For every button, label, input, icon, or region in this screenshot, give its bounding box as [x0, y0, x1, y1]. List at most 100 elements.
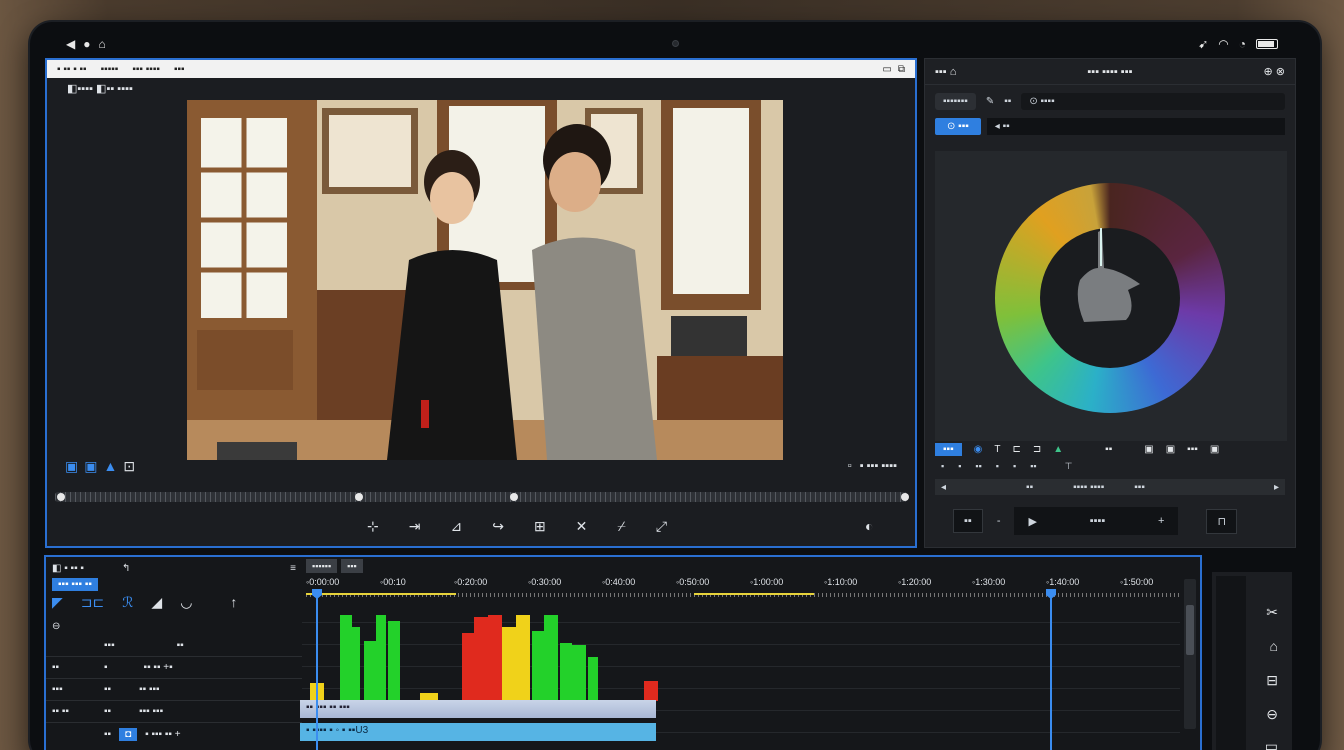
split-icon[interactable]: ⊓ [1206, 508, 1238, 534]
cut-icon[interactable]: ✂ [1266, 604, 1278, 621]
undo-icon[interactable]: ↪ [492, 518, 504, 535]
image-icon[interactable]: ▣ [1166, 444, 1175, 455]
track-headers: ◧ ▪ ▪▪ ▪ ↰ ≡ ▪▪▪ ▪▪▪ ▪▪ ◤ ⊐⊏ ℛ ◢ ◡ ↑ ⊖ ▪… [46, 557, 302, 750]
razor-icon[interactable]: ℛ [122, 594, 133, 611]
scrubber-handle[interactable] [57, 493, 65, 501]
titlebar-item[interactable]: ▪▪▪ ▪▪▪▪ [132, 64, 160, 75]
plus-icon[interactable]: + [1158, 515, 1164, 527]
track-mode-button[interactable]: ▪▪▪ ▪▪▪ ▪▪ [52, 577, 98, 591]
image-icon[interactable]: ▣ [1144, 444, 1153, 455]
mini-tool[interactable]: ▪▪ [1030, 461, 1036, 472]
tree-icon[interactable]: ▲ [1053, 444, 1063, 455]
expand-icon[interactable]: ⤢ [656, 518, 667, 535]
label-text: ▪▪▪ [1187, 444, 1198, 455]
bracket-icon[interactable]: ⊐ [1033, 444, 1041, 455]
panel-controls[interactable]: ⊕ ⊗ [1263, 65, 1285, 78]
up-arrow-icon[interactable]: ↑ [230, 594, 237, 611]
ruler-tick-label: ◦00:10 [380, 577, 406, 587]
track-row[interactable]: ▪▪ ▪ ▪▪ ▪▪ +▪ [46, 657, 302, 679]
trim-icon[interactable]: ⊐⊏ [81, 594, 104, 611]
timecode-readout: ▪ ▪▪▪ ▪▪▪▪ [859, 460, 897, 472]
scrubber-handle[interactable] [510, 493, 518, 501]
track-row[interactable]: ▪▪▪ ▪▪ [46, 635, 302, 657]
playhead[interactable] [316, 589, 318, 750]
bracket-icon[interactable]: ⊏ [1012, 444, 1020, 455]
shield-icon[interactable]: ◡ [180, 594, 192, 611]
restore-icon[interactable]: ⧉ [898, 64, 905, 75]
mini-tool[interactable]: ▪ [1013, 461, 1016, 472]
video-clip[interactable]: ▪▪ ▪▪▪ ▪▪ ▪▪▪ [300, 700, 656, 718]
tool-icon[interactable]: ⊿ [450, 518, 462, 535]
track-tool-row: ◤ ⊐⊏ ℛ ◢ ◡ ↑ [46, 591, 302, 613]
frame-icon[interactable]: ▣ [84, 458, 97, 475]
ruler-tick-label: ◦0:50:00 [676, 577, 710, 587]
mode-button[interactable]: ⊙ ▪▪▪ [935, 118, 981, 135]
tab-primary[interactable]: ▪▪▪▪▪▪▪ [935, 93, 976, 110]
video-frame[interactable] [187, 100, 783, 460]
minimize-icon[interactable]: ▭ [882, 64, 891, 75]
mini-tool[interactable]: ▪ [941, 461, 944, 472]
lock-icon[interactable]: ⊖ [1266, 706, 1278, 723]
scrubber-handle[interactable] [355, 493, 363, 501]
timeline-tab[interactable]: ▪▪▪ [341, 559, 363, 573]
layers-icon[interactable]: ⌂ [1270, 638, 1278, 654]
color-wheel[interactable] [995, 183, 1225, 413]
mini-tool[interactable]: ▪ [996, 461, 999, 472]
triangle-icon[interactable]: ▲ [103, 458, 117, 475]
select-icon[interactable]: ◤ [52, 594, 63, 611]
mini-tool[interactable]: ⊤ [1065, 461, 1073, 472]
menu-icon[interactable]: ≡ [290, 563, 296, 574]
media-icon[interactable]: ▭ [1265, 738, 1278, 750]
track-row[interactable]: ▪▪ ▪▪ ▪▪ ▪▪▪ ▪▪▪ [46, 701, 302, 723]
lock-icon[interactable]: ⊖ [52, 621, 60, 632]
timeline-tab[interactable]: ▪▪▪▪▪▪ [306, 559, 338, 573]
slip-icon[interactable]: ◢ [151, 594, 162, 611]
frame-icon[interactable]: ▣ [65, 458, 78, 475]
fit-icon[interactable]: ▫ [848, 460, 852, 472]
back-icon[interactable]: ◀ [66, 37, 75, 51]
brush-icon[interactable]: ✎ [986, 96, 994, 107]
hook-icon[interactable]: ↰ [122, 563, 130, 574]
viewer-scrubber[interactable] [55, 492, 909, 502]
titlebar-item[interactable]: ▪▪▪ [174, 64, 185, 75]
close-icon[interactable]: ✕ [576, 518, 588, 535]
scrubber-handle[interactable] [901, 493, 909, 501]
timeline-scrollbar[interactable] [1184, 579, 1196, 729]
tool-icon[interactable]: ⌿ [617, 518, 625, 535]
mini-tool[interactable]: ▪ [958, 461, 961, 472]
mode-field[interactable]: ◂ ▪▪ [986, 118, 1285, 135]
play-control[interactable]: ▶ ▪▪▪▪ + [1014, 507, 1179, 535]
titlebar-item[interactable]: ▪ ▪▪ ▪ ▪▪ [57, 64, 87, 75]
mode-selected[interactable]: ▪▪▪ [935, 443, 962, 456]
track-row[interactable]: ▪▪ ◘ ▪ ▪▪▪ ▪▪ + [46, 723, 302, 745]
marker-playhead[interactable] [1050, 589, 1052, 750]
tab-target[interactable]: ⊙ ▪▪▪▪ [1021, 93, 1285, 110]
scrollbar-thumb[interactable] [1186, 605, 1194, 655]
track-row[interactable]: ▪▪▪ ▪▪ ▪▪ ▪▪▪ [46, 679, 302, 701]
audio-clip[interactable]: ▪ ▪▪▪▪ ▪ ◦ ▪ ▪▪U3 [300, 723, 656, 741]
grid-icon[interactable]: ⊡ [123, 458, 135, 475]
color-icon-row: ▪▪▪ ◉ T ⊏ ⊐ ▲ ▪▪ ▣ ▣ ▪▪▪ ▣ [935, 443, 1285, 456]
tab-secondary[interactable]: ▪▪ [1004, 96, 1011, 107]
audio-meter-bar [516, 615, 530, 701]
image-icon[interactable]: ▣ [1210, 444, 1219, 455]
play-icon[interactable]: ▶ [1028, 515, 1036, 528]
track-label: ▪ [104, 662, 108, 673]
next-icon[interactable]: ▸ [1274, 482, 1279, 493]
mini-tool[interactable]: ▪▪ [975, 461, 981, 472]
value-box[interactable]: ▪▪ [953, 509, 983, 533]
viewer-clip-label: ◧▪▪▪▪ ◧▪▪ ▪▪▪▪ [67, 83, 133, 95]
audio-meter-bar [560, 643, 572, 701]
tool-icon[interactable]: ⊹ [367, 518, 379, 535]
volume-icon[interactable]: ◐ [865, 518, 873, 534]
circle-icon[interactable]: ◉ [974, 444, 983, 455]
tool-icon[interactable]: ⇥ [409, 518, 421, 535]
tool-icon[interactable]: ⊞ [534, 518, 546, 535]
viewer-tools-right: ▫ ▪ ▪▪▪ ▪▪▪▪ [848, 460, 897, 472]
home-icon[interactable]: ⌂ [98, 37, 105, 51]
prev-icon[interactable]: ◂ [941, 482, 946, 493]
titlebar-item[interactable]: ▪▪▪▪▪ [101, 64, 119, 75]
folder-icon[interactable]: ⊟ [1266, 672, 1278, 689]
track-target-toggle[interactable]: ◘ [119, 727, 138, 741]
text-icon[interactable]: T [994, 444, 1000, 455]
